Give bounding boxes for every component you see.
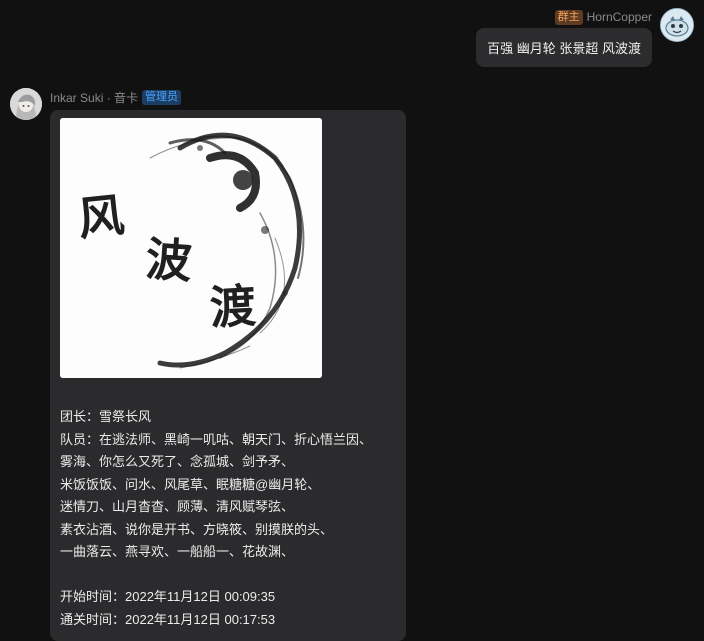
- cartoon-avatar-icon: [661, 9, 693, 41]
- calligraphy-char-3: 渡: [209, 279, 258, 335]
- admin-badge: 管理员: [142, 89, 182, 105]
- horncopper-avatar[interactable]: [660, 8, 694, 42]
- sender-name[interactable]: Inkar Suki · 音卡: [50, 89, 138, 106]
- members-line: 米饭饭饭、问水、风尾草、眠糖糖@幽月轮、: [60, 476, 321, 492]
- members-line: 素衣沾酒、说你是开书、方晓筱、别摸朕的头、: [60, 521, 334, 537]
- members-line: 雾海、你怎么又死了、念孤城、剑予矛、: [60, 454, 295, 469]
- ink-art-image[interactable]: 风 波 渡: [60, 118, 322, 378]
- owner-badge: 群主: [554, 9, 583, 25]
- members-line: 队员：在逃法师、黑崎一叽咕、朝天门、折心悟兰因、: [60, 431, 373, 447]
- ink-brush-image: 风 波 渡: [60, 118, 322, 378]
- message-bubble[interactable]: 百强 幽月轮 张景超 风波渡: [476, 28, 652, 67]
- leader-line: 团长：雪祭长风: [60, 409, 152, 424]
- calligraphy-text: 风: [75, 188, 126, 247]
- inkar-suki-avatar[interactable]: [10, 88, 42, 120]
- calligraphy-char-2: 波: [144, 232, 194, 289]
- members-line: 迷情刀、山月杳杳、顾薄、清风赋琴弦、: [60, 499, 295, 514]
- start-time: 开始时间：2022年11月12日 00:09:35: [60, 589, 276, 604]
- message-bubble[interactable]: 风 波 渡 团长：雪祭长风 队员：在逃法师、黑崎一叽咕、朝天门、折心悟兰因、 雾…: [50, 110, 406, 641]
- message-left: Inkar Suki · 音卡 管理员 风 波 渡 团长：雪祭长风 队员：在逃法…: [10, 88, 406, 641]
- message-text: 团长：雪祭长风 队员：在逃法师、黑崎一叽咕、朝天门、折心悟兰因、 雾海、你怎么又…: [60, 406, 396, 631]
- sender-name[interactable]: HornCopper: [587, 10, 652, 24]
- members-line: 一曲落云、燕寻欢、一船船一、花故渊、: [60, 544, 295, 559]
- message-right: 群主 HornCopper 百强 幽月轮 张景超 风波渡: [476, 8, 694, 67]
- left-message-meta: Inkar Suki · 音卡 管理员: [50, 88, 406, 106]
- right-message-meta: 群主 HornCopper: [554, 8, 652, 26]
- anime-avatar-icon: [10, 88, 42, 120]
- clear-time: 通关时间：2022年11月12日 00:17:53: [60, 611, 276, 627]
